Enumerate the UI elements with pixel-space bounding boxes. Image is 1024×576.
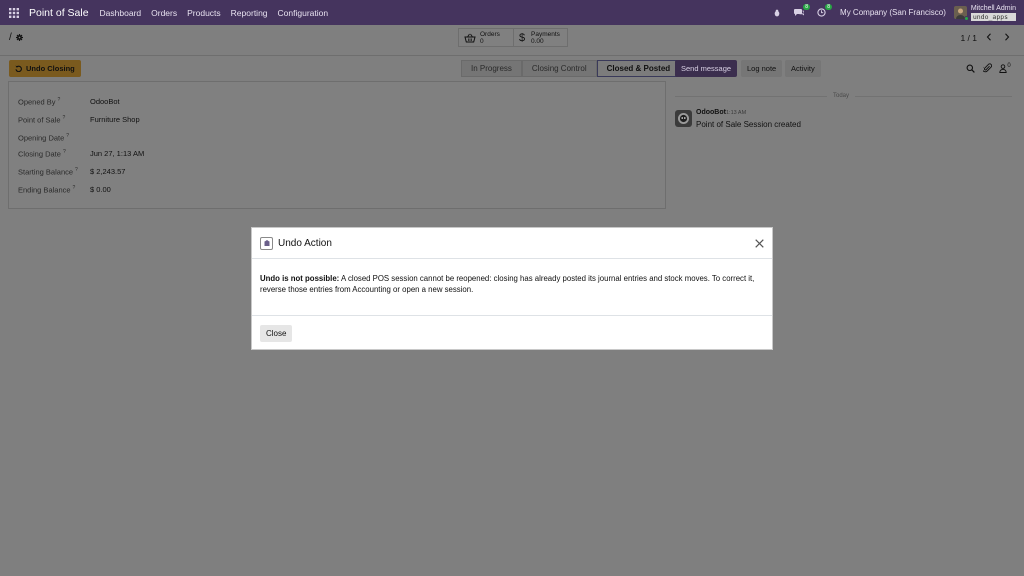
field-label: Ending Balance?	[18, 185, 76, 195]
followers-icon[interactable]: 0	[997, 62, 1013, 74]
menu-products[interactable]: Products	[187, 8, 221, 18]
pager-value[interactable]: 1 / 1	[960, 33, 977, 43]
top-navbar: Point of Sale Dashboard Orders Products …	[0, 0, 1024, 25]
help-tooltip-icon[interactable]: ?	[73, 185, 76, 191]
menu-configuration[interactable]: Configuration	[278, 8, 329, 18]
date-separator-label: Today	[827, 93, 856, 99]
help-tooltip-icon[interactable]: ?	[58, 97, 61, 103]
dialog-header: Undo Action	[252, 228, 772, 259]
status-in-progress[interactable]: In Progress	[461, 60, 522, 77]
message-time: 1:13 AM	[726, 110, 747, 116]
gear-icon[interactable]	[15, 34, 23, 41]
breadcrumb: /	[9, 32, 23, 43]
field-value[interactable]: $ 2,243.57	[90, 167, 125, 177]
control-panel: / Orders 0 $ Payments 0.00 1 / 1	[0, 25, 1024, 56]
undo-action-dialog: Undo Action Undo is not possible: A clos…	[251, 227, 773, 350]
log-note-button[interactable]: Log note	[741, 60, 783, 77]
help-tooltip-icon[interactable]: ?	[66, 133, 69, 139]
dollar-icon: $	[519, 31, 526, 44]
app-logo-icon	[260, 236, 273, 250]
status-closed-posted[interactable]: Closed & Posted	[596, 60, 681, 77]
statusbar: In Progress Closing Control Closed & Pos…	[461, 60, 681, 77]
help-tooltip-icon[interactable]: ?	[75, 167, 78, 173]
messages-badge: 8	[803, 4, 811, 10]
field-opening-date: Opening Date?	[18, 133, 90, 143]
field-label: Closing Date?	[18, 149, 66, 159]
field-label: Opened By?	[18, 97, 61, 107]
close-icon[interactable]	[753, 237, 765, 249]
dialog-body: Undo is not possible: A closed POS sessi…	[252, 259, 772, 316]
help-tooltip-icon[interactable]: ?	[63, 149, 66, 155]
message-author[interactable]: OdooBot	[696, 109, 726, 116]
dialog-title: Undo Action	[278, 237, 332, 249]
dialog-footer: Close	[252, 316, 772, 350]
undo-closing-label: Undo Closing	[26, 64, 75, 73]
apps-menu-icon[interactable]	[3, 0, 25, 25]
field-value[interactable]: $ 0.00	[90, 185, 111, 195]
user-avatar[interactable]	[953, 6, 969, 21]
field-opened-by: Opened By? OdooBot	[18, 97, 120, 107]
shopping-basket-icon	[464, 33, 476, 43]
activities-clock-icon[interactable]: 8	[812, 0, 833, 25]
search-icon[interactable]	[964, 62, 976, 74]
undo-icon	[15, 65, 22, 72]
undo-closing-button[interactable]: Undo Closing	[9, 60, 81, 77]
payments-stat-button[interactable]: $ Payments 0.00	[513, 28, 568, 47]
menu-reporting[interactable]: Reporting	[231, 8, 268, 18]
payments-stat-label: Payments	[531, 30, 560, 38]
field-ending-balance: Ending Balance? $ 0.00	[18, 185, 111, 195]
field-value[interactable]: Jun 27, 1:13 AM	[90, 149, 144, 159]
messages-icon[interactable]: 8	[790, 0, 811, 25]
pager-next-icon[interactable]	[999, 29, 1015, 45]
orders-stat-label: Orders	[480, 30, 500, 38]
close-button[interactable]: Close	[260, 324, 293, 342]
presence-dot	[963, 16, 969, 21]
app-name[interactable]: Point of Sale	[29, 7, 89, 19]
menu-dashboard[interactable]: Dashboard	[100, 8, 142, 18]
user-menu[interactable]: Mitchell Admin undo_apps	[970, 4, 1016, 21]
database-name: undo_apps	[970, 12, 1016, 21]
payments-stat-value: 0.00	[531, 37, 544, 45]
field-value[interactable]: OdooBot	[90, 97, 120, 107]
field-label: Opening Date?	[18, 133, 70, 143]
dialog-body-emphasis: Undo is not possible:	[260, 274, 340, 283]
followers-count: 0	[1007, 62, 1011, 69]
odoobot-avatar[interactable]	[675, 110, 692, 127]
activity-button[interactable]: Activity	[785, 60, 821, 77]
field-point-of-sale: Point of Sale? Furniture Shop	[18, 115, 140, 125]
status-closing-control[interactable]: Closing Control	[521, 60, 597, 77]
pager-previous-icon[interactable]	[981, 29, 997, 45]
field-label: Starting Balance?	[18, 167, 78, 177]
orders-stat-button[interactable]: Orders 0	[458, 28, 514, 47]
field-value[interactable]: Furniture Shop	[90, 115, 140, 125]
paperclip-icon[interactable]	[981, 62, 993, 74]
activities-badge: 8	[825, 4, 833, 10]
form-sheet: Opened By? OdooBot Point of Sale? Furnit…	[8, 81, 666, 209]
field-label: Point of Sale?	[18, 115, 66, 125]
field-starting-balance: Starting Balance? $ 2,243.57	[18, 167, 125, 177]
breadcrumb-current: /	[9, 32, 12, 43]
company-switcher[interactable]: My Company (San Francisco)	[840, 8, 946, 17]
send-message-button[interactable]: Send message	[675, 60, 738, 77]
user-name: Mitchell Admin	[970, 4, 1016, 12]
help-tooltip-icon[interactable]: ?	[63, 115, 66, 121]
field-closing-date: Closing Date? Jun 27, 1:13 AM	[18, 149, 144, 159]
message-body: Point of Sale Session created	[696, 120, 801, 129]
menu-orders[interactable]: Orders	[151, 8, 177, 18]
orders-stat-value: 0	[480, 37, 484, 45]
bug-icon[interactable]	[768, 0, 786, 25]
